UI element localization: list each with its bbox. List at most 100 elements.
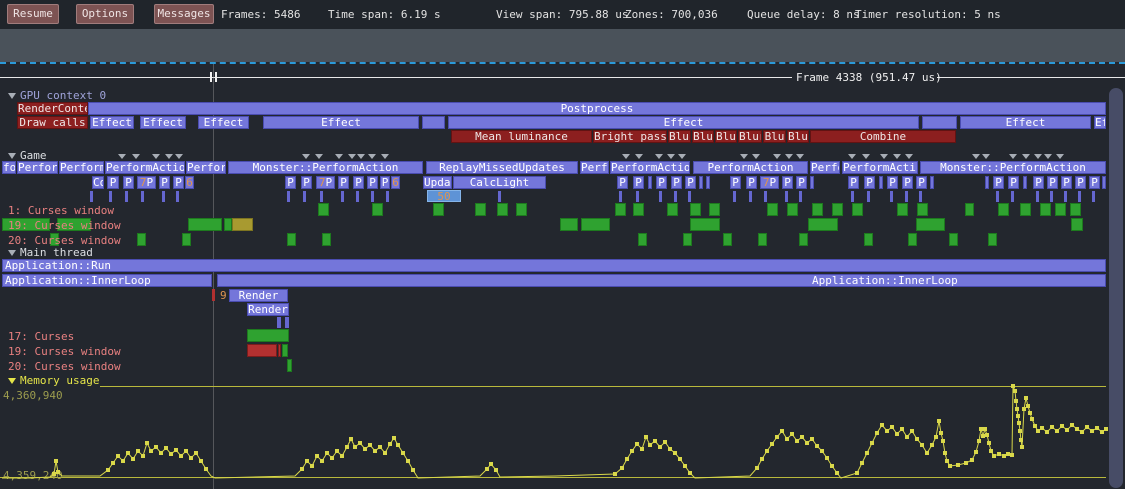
zone-tick[interactable] bbox=[1036, 191, 1039, 202]
messages-button[interactable]: Messages bbox=[154, 4, 214, 24]
zone-bar[interactable] bbox=[897, 203, 908, 216]
zone-bar[interactable]: Blur bbox=[738, 130, 762, 143]
zone-bar[interactable] bbox=[706, 176, 710, 189]
zone-bar[interactable] bbox=[497, 203, 508, 216]
zone-bar[interactable] bbox=[1055, 203, 1066, 216]
zone-tick[interactable] bbox=[919, 191, 922, 202]
zone-tick[interactable] bbox=[356, 191, 359, 202]
zone-group-marker-icon[interactable] bbox=[635, 154, 643, 159]
zone-bar[interactable]: P bbox=[902, 176, 913, 189]
zone-group-marker-icon[interactable] bbox=[302, 154, 310, 159]
zone-bar[interactable]: Application::InnerLoop bbox=[2, 274, 212, 287]
zone-bar[interactable] bbox=[1020, 203, 1031, 216]
zone-group-marker-icon[interactable] bbox=[678, 154, 686, 159]
zone-tick[interactable] bbox=[125, 191, 128, 202]
zone-group-marker-icon[interactable] bbox=[175, 154, 183, 159]
zone-tick[interactable] bbox=[733, 191, 736, 202]
zone-bar[interactable] bbox=[232, 218, 253, 231]
zone-bar[interactable] bbox=[917, 203, 928, 216]
zone-bar[interactable] bbox=[832, 203, 843, 216]
zone-bar[interactable]: P bbox=[285, 176, 296, 189]
zone-bar[interactable] bbox=[638, 233, 647, 246]
zone-bar[interactable]: 7P bbox=[137, 176, 156, 189]
zone-bar[interactable] bbox=[1071, 218, 1083, 231]
zone-bar[interactable] bbox=[1070, 203, 1081, 216]
zone-group-marker-icon[interactable] bbox=[1022, 154, 1030, 159]
zone-tick[interactable] bbox=[996, 191, 999, 202]
zone-bar[interactable] bbox=[667, 203, 678, 216]
zone-bar[interactable]: P bbox=[173, 176, 184, 189]
zone-group-marker-icon[interactable] bbox=[368, 154, 376, 159]
zone-bar[interactable] bbox=[879, 176, 883, 189]
zone-bar[interactable] bbox=[560, 218, 578, 231]
zone-tick[interactable] bbox=[851, 191, 854, 202]
zone-bar[interactable] bbox=[908, 233, 917, 246]
zone-bar[interactable]: Effect bbox=[448, 116, 919, 129]
zone-group-marker-icon[interactable] bbox=[905, 154, 913, 159]
zone-bar[interactable]: Ef bbox=[1094, 116, 1106, 129]
zone-bar[interactable]: Effect bbox=[140, 116, 186, 129]
zone-bar[interactable]: P bbox=[617, 176, 628, 189]
zone-group-marker-icon[interactable] bbox=[982, 154, 990, 159]
zone-bar[interactable]: Blur bbox=[668, 130, 691, 143]
zone-badge[interactable]: 50 bbox=[427, 190, 461, 202]
zone-tick[interactable] bbox=[619, 191, 622, 202]
zone-bar[interactable] bbox=[787, 203, 798, 216]
zone-bar[interactable]: 6 bbox=[185, 176, 194, 189]
zone-tick[interactable] bbox=[90, 191, 93, 202]
zone-bar[interactable]: P bbox=[1033, 176, 1044, 189]
zone-bar[interactable] bbox=[1102, 176, 1106, 189]
zone-bar[interactable] bbox=[965, 203, 974, 216]
zone-tick[interactable] bbox=[890, 191, 893, 202]
zone-bar[interactable] bbox=[998, 203, 1009, 216]
zone-tick[interactable] bbox=[1011, 191, 1014, 202]
thread-label-20-curses-window[interactable]: 20: Curses window bbox=[8, 234, 121, 247]
zone-bar[interactable] bbox=[930, 176, 934, 189]
zone-bar[interactable]: P bbox=[1047, 176, 1058, 189]
zone-group-marker-icon[interactable] bbox=[381, 154, 389, 159]
zone-bar[interactable] bbox=[812, 203, 823, 216]
zone-bar[interactable]: PerformActio bbox=[610, 161, 690, 174]
zone-tick[interactable] bbox=[1064, 191, 1067, 202]
zone-bar[interactable]: Blur bbox=[692, 130, 714, 143]
zone-bar[interactable] bbox=[287, 233, 296, 246]
zone-bar[interactable] bbox=[723, 233, 732, 246]
zone-group-marker-icon[interactable] bbox=[1044, 154, 1052, 159]
zone-tick[interactable] bbox=[386, 191, 389, 202]
zone-tick[interactable] bbox=[162, 191, 165, 202]
zone-group-marker-icon[interactable] bbox=[893, 154, 901, 159]
zone-bar[interactable] bbox=[758, 233, 767, 246]
zone-bar[interactable] bbox=[949, 233, 958, 246]
zone-bar[interactable]: Application::Run bbox=[2, 259, 1106, 272]
zone-bar[interactable] bbox=[278, 344, 281, 357]
zone-tick[interactable] bbox=[320, 191, 323, 202]
zone-group-marker-icon[interactable] bbox=[315, 154, 323, 159]
resume-button[interactable]: Resume bbox=[7, 4, 59, 24]
zone-group-marker-icon[interactable] bbox=[796, 154, 804, 159]
zone-group-marker-icon[interactable] bbox=[118, 154, 126, 159]
zone-group-marker-icon[interactable] bbox=[152, 154, 160, 159]
section-title-memory[interactable]: Memory usage bbox=[8, 374, 99, 387]
zone-bar[interactable]: P bbox=[887, 176, 898, 189]
zone-bar[interactable]: Perfo bbox=[810, 161, 840, 174]
zone-group-marker-icon[interactable] bbox=[132, 154, 140, 159]
zone-tick[interactable] bbox=[905, 191, 908, 202]
zone-bar[interactable] bbox=[922, 116, 957, 129]
zone-bar[interactable]: PerformActic bbox=[842, 161, 918, 174]
zone-bar[interactable] bbox=[581, 218, 610, 231]
zone-bar[interactable] bbox=[1023, 176, 1027, 189]
zone-bar[interactable] bbox=[433, 203, 444, 216]
zone-bar[interactable] bbox=[224, 218, 232, 231]
zone-bar[interactable]: ReplayMissedUpdates bbox=[426, 161, 578, 174]
zone-bar[interactable]: P bbox=[159, 176, 170, 189]
thread-label-19-curses-window[interactable]: 19: Curses window bbox=[8, 219, 121, 232]
zone-bar[interactable]: Blur bbox=[787, 130, 809, 143]
zone-group-marker-icon[interactable] bbox=[165, 154, 173, 159]
zone-bar[interactable]: Mean luminance bbox=[451, 130, 592, 143]
zone-bar[interactable] bbox=[864, 233, 873, 246]
zone-bar[interactable] bbox=[810, 176, 814, 189]
zone-bar[interactable]: P bbox=[367, 176, 378, 189]
zone-bar[interactable] bbox=[799, 233, 808, 246]
zone-tick[interactable] bbox=[176, 191, 179, 202]
zone-tick[interactable] bbox=[1078, 191, 1081, 202]
